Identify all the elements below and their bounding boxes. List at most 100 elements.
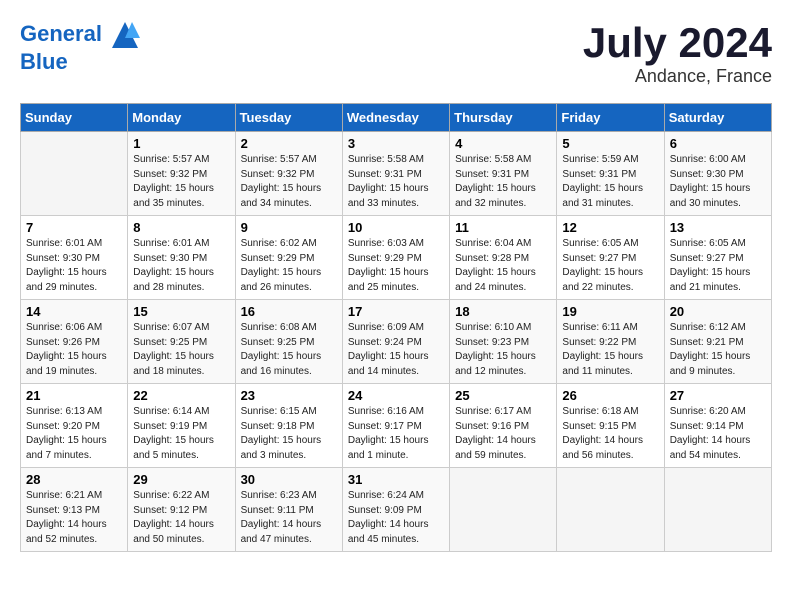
weekday-header-thursday: Thursday <box>450 104 557 132</box>
calendar-cell: 18 Sunrise: 6:10 AM Sunset: 9:23 PM Dayli… <box>450 300 557 384</box>
weekday-header-wednesday: Wednesday <box>342 104 449 132</box>
calendar-cell: 24 Sunrise: 6:16 AM Sunset: 9:17 PM Dayli… <box>342 384 449 468</box>
calendar-cell: 9Sunrise: 6:02 AM Sunset: 9:29 PM Daylig… <box>235 216 342 300</box>
title-block: July 2024 Andance, France <box>583 20 772 87</box>
day-info: Sunrise: 6:10 AM Sunset: 9:23 PM Dayligh… <box>455 321 551 379</box>
calendar-cell: 19 Sunrise: 6:11 AM Sunset: 9:22 PM Dayli… <box>557 300 664 384</box>
location: Andance, France <box>583 66 772 87</box>
day-info: Sunrise: 6:11 AM Sunset: 9:22 PM Dayligh… <box>562 321 658 379</box>
day-info: Sunrise: 6:02 AM Sunset: 9:29 PM Dayligh… <box>241 237 337 295</box>
day-number: 14 <box>26 304 122 319</box>
day-number: 28 <box>26 472 122 487</box>
day-number: 19 <box>562 304 658 319</box>
day-number: 27 <box>670 388 766 403</box>
day-number: 4 <box>455 136 551 151</box>
calendar-cell: 11 Sunrise: 6:04 AM Sunset: 9:28 PM Dayli… <box>450 216 557 300</box>
calendar-cell <box>557 468 664 552</box>
day-number: 22 <box>133 388 229 403</box>
calendar-cell: 3 Sunrise: 5:58 AM Sunset: 9:31 PM Daylig… <box>342 132 449 216</box>
day-info: Sunrise: 6:03 AM Sunset: 9:29 PM Dayligh… <box>348 237 444 295</box>
day-info: Sunrise: 6:13 AM Sunset: 9:20 PM Dayligh… <box>26 405 122 463</box>
calendar-table: SundayMondayTuesdayWednesdayThursdayFrid… <box>20 103 772 552</box>
day-info: Sunrise: 6:20 AM Sunset: 9:14 PM Dayligh… <box>670 405 766 463</box>
calendar-cell: 31Sunrise: 6:24 AM Sunset: 9:09 PM Dayli… <box>342 468 449 552</box>
day-info: Sunrise: 6:12 AM Sunset: 9:21 PM Dayligh… <box>670 321 766 379</box>
weekday-header-row: SundayMondayTuesdayWednesdayThursdayFrid… <box>21 104 772 132</box>
day-number: 11 <box>455 220 551 235</box>
day-info: Sunrise: 6:04 AM Sunset: 9:28 PM Dayligh… <box>455 237 551 295</box>
calendar-cell: 7 Sunrise: 6:01 AM Sunset: 9:30 PM Daylig… <box>21 216 128 300</box>
day-info: Sunrise: 6:15 AM Sunset: 9:18 PM Dayligh… <box>241 405 337 463</box>
month-title: July 2024 <box>583 20 772 66</box>
day-number: 12 <box>562 220 658 235</box>
calendar-cell: 6 Sunrise: 6:00 AM Sunset: 9:30 PM Daylig… <box>664 132 771 216</box>
calendar-cell: 17 Sunrise: 6:09 AM Sunset: 9:24 PM Dayli… <box>342 300 449 384</box>
day-info: Sunrise: 5:58 AM Sunset: 9:31 PM Dayligh… <box>348 153 444 211</box>
logo: General Blue <box>20 20 140 74</box>
calendar-cell: 16 Sunrise: 6:08 AM Sunset: 9:25 PM Dayli… <box>235 300 342 384</box>
calendar-cell: 26 Sunrise: 6:18 AM Sunset: 9:15 PM Dayli… <box>557 384 664 468</box>
day-number: 31 <box>348 472 444 487</box>
calendar-cell: 29 Sunrise: 6:22 AM Sunset: 9:12 PM Dayli… <box>128 468 235 552</box>
calendar-cell: 10Sunrise: 6:03 AM Sunset: 9:29 PM Dayli… <box>342 216 449 300</box>
day-info: Sunrise: 5:57 AM Sunset: 9:32 PM Dayligh… <box>133 153 229 211</box>
day-info: Sunrise: 6:00 AM Sunset: 9:30 PM Dayligh… <box>670 153 766 211</box>
calendar-cell: 5Sunrise: 5:59 AM Sunset: 9:31 PM Daylig… <box>557 132 664 216</box>
day-info: Sunrise: 6:01 AM Sunset: 9:30 PM Dayligh… <box>26 237 122 295</box>
day-number: 26 <box>562 388 658 403</box>
calendar-cell: 21 Sunrise: 6:13 AM Sunset: 9:20 PM Dayli… <box>21 384 128 468</box>
day-number: 7 <box>26 220 122 235</box>
day-info: Sunrise: 6:14 AM Sunset: 9:19 PM Dayligh… <box>133 405 229 463</box>
day-info: Sunrise: 6:16 AM Sunset: 9:17 PM Dayligh… <box>348 405 444 463</box>
weekday-header-friday: Friday <box>557 104 664 132</box>
calendar-cell <box>21 132 128 216</box>
calendar-cell: 2Sunrise: 5:57 AM Sunset: 9:32 PM Daylig… <box>235 132 342 216</box>
day-number: 3 <box>348 136 444 151</box>
calendar-cell: 22 Sunrise: 6:14 AM Sunset: 9:19 PM Dayli… <box>128 384 235 468</box>
calendar-cell: 13Sunrise: 6:05 AM Sunset: 9:27 PM Dayli… <box>664 216 771 300</box>
day-number: 17 <box>348 304 444 319</box>
day-number: 29 <box>133 472 229 487</box>
day-info: Sunrise: 6:22 AM Sunset: 9:12 PM Dayligh… <box>133 489 229 547</box>
day-number: 6 <box>670 136 766 151</box>
day-info: Sunrise: 5:58 AM Sunset: 9:31 PM Dayligh… <box>455 153 551 211</box>
day-number: 5 <box>562 136 658 151</box>
day-number: 18 <box>455 304 551 319</box>
logo-blue: Blue <box>20 50 140 74</box>
day-number: 21 <box>26 388 122 403</box>
day-info: Sunrise: 6:08 AM Sunset: 9:25 PM Dayligh… <box>241 321 337 379</box>
calendar-cell: 28 Sunrise: 6:21 AM Sunset: 9:13 PM Dayli… <box>21 468 128 552</box>
weekday-header-saturday: Saturday <box>664 104 771 132</box>
calendar-week-1: 1Sunrise: 5:57 AM Sunset: 9:32 PM Daylig… <box>21 132 772 216</box>
weekday-header-tuesday: Tuesday <box>235 104 342 132</box>
day-number: 13 <box>670 220 766 235</box>
page-header: General Blue July 2024 Andance, France <box>20 20 772 87</box>
calendar-cell <box>450 468 557 552</box>
day-info: Sunrise: 6:07 AM Sunset: 9:25 PM Dayligh… <box>133 321 229 379</box>
calendar-cell: 4 Sunrise: 5:58 AM Sunset: 9:31 PM Daylig… <box>450 132 557 216</box>
calendar-week-5: 28 Sunrise: 6:21 AM Sunset: 9:13 PM Dayli… <box>21 468 772 552</box>
day-info: Sunrise: 6:06 AM Sunset: 9:26 PM Dayligh… <box>26 321 122 379</box>
day-number: 15 <box>133 304 229 319</box>
calendar-cell: 15 Sunrise: 6:07 AM Sunset: 9:25 PM Dayli… <box>128 300 235 384</box>
day-number: 24 <box>348 388 444 403</box>
calendar-cell: 25Sunrise: 6:17 AM Sunset: 9:16 PM Dayli… <box>450 384 557 468</box>
calendar-cell: 14 Sunrise: 6:06 AM Sunset: 9:26 PM Dayli… <box>21 300 128 384</box>
day-number: 20 <box>670 304 766 319</box>
day-info: Sunrise: 6:09 AM Sunset: 9:24 PM Dayligh… <box>348 321 444 379</box>
weekday-header-sunday: Sunday <box>21 104 128 132</box>
calendar-cell: 8 Sunrise: 6:01 AM Sunset: 9:30 PM Daylig… <box>128 216 235 300</box>
day-number: 8 <box>133 220 229 235</box>
day-number: 16 <box>241 304 337 319</box>
calendar-week-3: 14 Sunrise: 6:06 AM Sunset: 9:26 PM Dayli… <box>21 300 772 384</box>
calendar-cell: 23Sunrise: 6:15 AM Sunset: 9:18 PM Dayli… <box>235 384 342 468</box>
logo-text: General <box>20 20 140 50</box>
day-info: Sunrise: 6:18 AM Sunset: 9:15 PM Dayligh… <box>562 405 658 463</box>
calendar-cell: 12 Sunrise: 6:05 AM Sunset: 9:27 PM Dayli… <box>557 216 664 300</box>
day-info: Sunrise: 6:21 AM Sunset: 9:13 PM Dayligh… <box>26 489 122 547</box>
calendar-cell: 27 Sunrise: 6:20 AM Sunset: 9:14 PM Dayli… <box>664 384 771 468</box>
day-info: Sunrise: 6:01 AM Sunset: 9:30 PM Dayligh… <box>133 237 229 295</box>
day-info: Sunrise: 6:05 AM Sunset: 9:27 PM Dayligh… <box>562 237 658 295</box>
day-info: Sunrise: 5:57 AM Sunset: 9:32 PM Dayligh… <box>241 153 337 211</box>
calendar-cell: 30Sunrise: 6:23 AM Sunset: 9:11 PM Dayli… <box>235 468 342 552</box>
